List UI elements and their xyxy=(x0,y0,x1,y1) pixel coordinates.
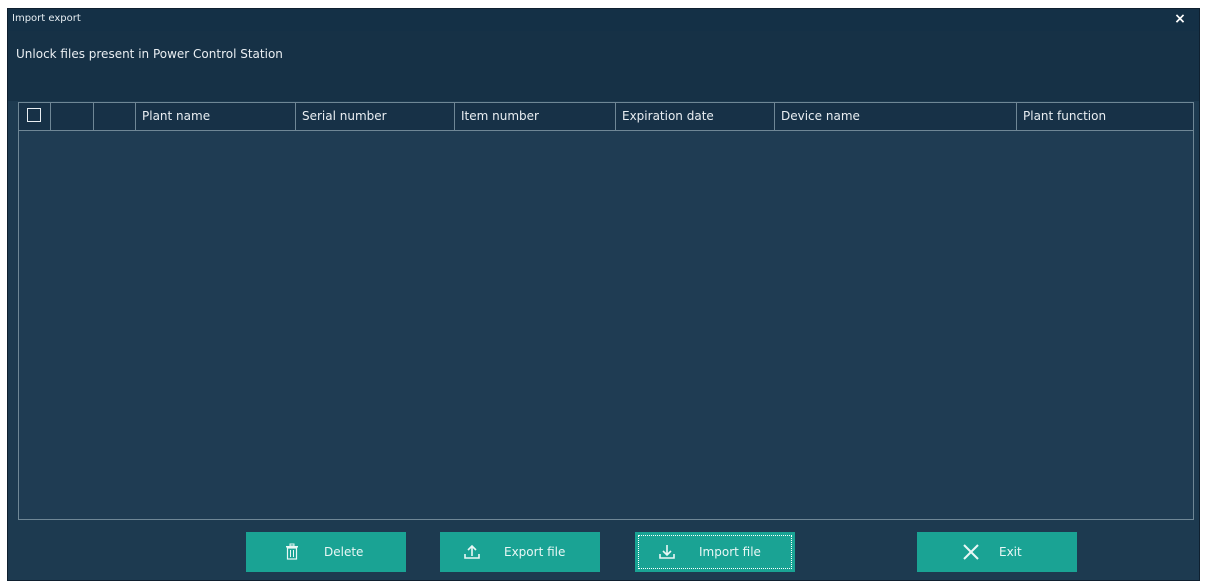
header-expiration-date[interactable]: Expiration date xyxy=(616,103,775,130)
trash-icon xyxy=(282,542,302,562)
header-select-cell xyxy=(19,103,51,130)
header-device-name[interactable]: Device name xyxy=(775,103,1017,130)
export-file-label: Export file xyxy=(504,545,566,559)
header-item-number[interactable]: Item number xyxy=(455,103,616,130)
upload-icon xyxy=(462,542,482,562)
close-icon xyxy=(961,542,981,562)
exit-button[interactable]: Exit xyxy=(917,532,1077,572)
header-column-3 xyxy=(94,103,136,130)
header-plant-function[interactable]: Plant function xyxy=(1017,103,1193,130)
description-panel: Unlock files present in Power Control St… xyxy=(8,31,1199,101)
import-file-button[interactable]: Import file xyxy=(635,532,795,572)
window-title: Import export xyxy=(12,13,81,24)
files-table: Plant name Serial number Item number Exp… xyxy=(18,102,1194,520)
description-label: Unlock files present in Power Control St… xyxy=(16,47,283,61)
table-header: Plant name Serial number Item number Exp… xyxy=(19,103,1193,131)
delete-label: Delete xyxy=(324,545,364,559)
header-plant-name[interactable]: Plant name xyxy=(136,103,296,130)
header-serial-number[interactable]: Serial number xyxy=(296,103,455,130)
button-bar: Delete Export file Import file Exit xyxy=(8,529,1199,579)
select-all-checkbox[interactable] xyxy=(27,108,41,122)
exit-label: Exit xyxy=(999,545,1022,559)
title-bar: Import export × xyxy=(8,9,1199,31)
close-icon[interactable]: × xyxy=(1173,12,1187,26)
import-export-dialog: Import export × Unlock files present in … xyxy=(7,8,1200,581)
delete-button[interactable]: Delete xyxy=(246,532,406,572)
download-icon xyxy=(657,542,677,562)
import-file-label: Import file xyxy=(699,545,761,559)
table-body xyxy=(19,131,1193,519)
header-column-2 xyxy=(51,103,94,130)
export-file-button[interactable]: Export file xyxy=(440,532,600,572)
